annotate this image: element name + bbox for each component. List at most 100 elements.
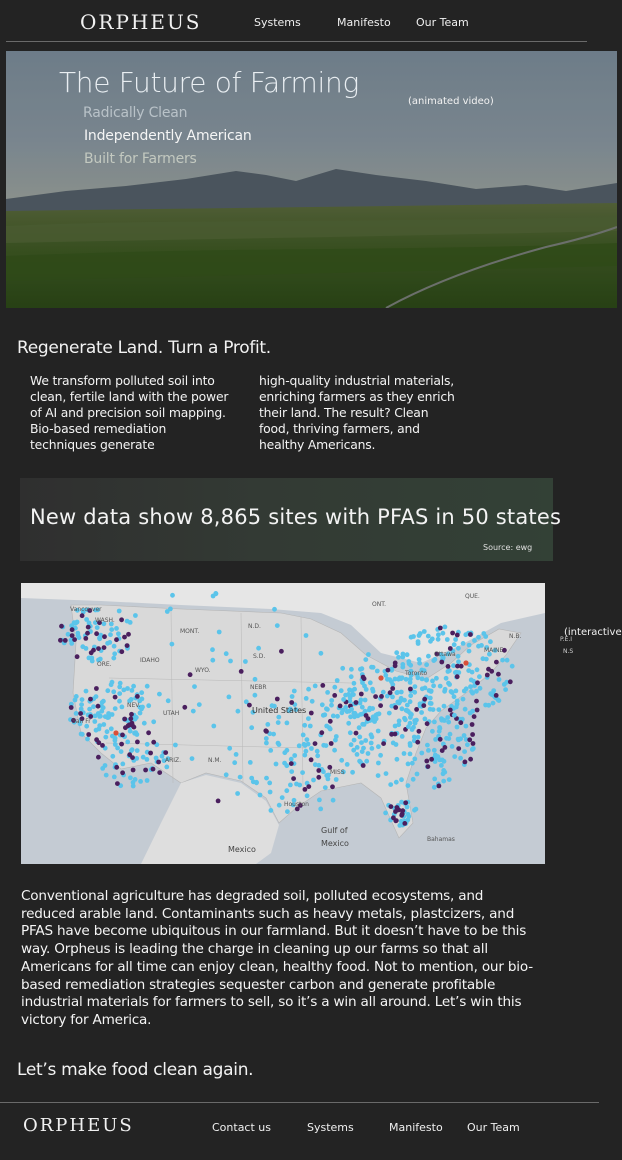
pfas-site-marker[interactable] [210,593,216,599]
pfas-site-marker[interactable] [223,772,229,778]
pfas-site-marker[interactable] [477,685,483,691]
pfas-site-marker[interactable] [210,647,215,653]
pfas-site-marker[interactable] [394,650,400,656]
pfas-site-marker[interactable] [393,818,399,823]
pfas-site-marker[interactable] [458,720,464,726]
pfas-site-marker[interactable] [302,743,308,748]
pfas-site-marker[interactable] [460,696,466,702]
pfas-site-marker[interactable] [375,711,380,717]
pfas-site-marker[interactable] [279,795,285,800]
pfas-site-marker[interactable] [433,737,438,742]
pfas-site-marker[interactable] [436,783,442,789]
pfas-site-marker[interactable] [140,754,146,760]
pfas-site-marker[interactable] [363,687,369,692]
pfas-site-marker[interactable] [135,694,140,699]
pfas-site-marker[interactable] [69,627,75,633]
pfas-site-marker[interactable] [309,746,314,751]
pfas-site-marker[interactable] [289,694,295,699]
pfas-site-marker[interactable] [108,726,114,732]
pfas-site-marker[interactable] [320,683,326,688]
pfas-site-marker[interactable] [94,631,99,637]
pfas-site-marker[interactable] [432,719,437,725]
pfas-site-marker[interactable] [358,691,364,697]
pfas-site-marker[interactable] [463,723,469,729]
pfas-site-marker[interactable] [303,696,309,701]
pfas-site-marker[interactable] [349,706,354,712]
pfas-site-marker[interactable] [408,693,414,699]
pfas-site-marker[interactable] [427,706,433,712]
pfas-site-marker[interactable] [338,688,344,694]
pfas-site-marker[interactable] [462,759,468,765]
pfas-site-marker[interactable] [375,728,381,734]
pfas-site-marker[interactable] [390,694,395,700]
pfas-site-marker[interactable] [276,802,282,808]
pfas-site-marker[interactable] [272,606,277,612]
pfas-site-marker[interactable] [359,666,365,672]
pfas-site-marker[interactable] [364,758,370,764]
pfas-site-marker[interactable] [349,666,354,672]
pfas-site-marker[interactable] [363,738,369,743]
pfas-site-marker[interactable] [470,741,476,746]
pfas-site-marker[interactable] [128,716,134,722]
pfas-site-marker[interactable] [383,810,388,816]
pfas-site-marker[interactable] [386,710,392,716]
pfas-site-marker[interactable] [469,722,475,727]
pfas-site-marker[interactable] [422,716,428,722]
pfas-site-marker[interactable] [132,777,138,782]
pfas-site-marker[interactable] [69,633,75,638]
pfas-site-marker[interactable] [292,753,298,758]
pfas-site-marker[interactable] [156,759,162,765]
pfas-site-marker[interactable] [494,659,499,665]
pfas-site-marker[interactable] [390,686,396,691]
pfas-site-marker[interactable] [476,643,481,649]
pfas-site-marker[interactable] [378,752,383,758]
pfas-site-marker[interactable] [427,695,433,701]
pfas-site-marker[interactable] [117,691,123,696]
pfas-site-marker[interactable] [108,632,113,638]
pfas-site-marker[interactable] [412,756,418,762]
pfas-site-marker[interactable] [451,642,457,648]
pfas-site-marker[interactable] [440,630,446,636]
pfas-site-marker[interactable] [370,686,375,692]
pfas-site-marker[interactable] [469,747,475,752]
pfas-site-marker[interactable] [468,677,474,683]
pfas-site-marker[interactable] [448,689,454,694]
pfas-site-marker[interactable] [399,734,405,739]
pfas-site-marker[interactable] [425,764,431,769]
pfas-site-marker[interactable] [343,705,349,710]
pfas-site-marker[interactable] [151,719,157,725]
pfas-site-marker[interactable] [452,754,458,759]
pfas-site-marker[interactable] [321,742,327,748]
pfas-site-marker[interactable] [456,659,461,665]
pfas-site-marker[interactable] [102,634,107,640]
pfas-site-marker[interactable] [424,677,429,683]
pfas-site-marker[interactable] [139,690,145,696]
pfas-site-marker[interactable] [392,676,398,682]
pfas-site-marker[interactable] [157,691,162,697]
pfas-site-marker[interactable] [332,747,337,753]
pfas-site-marker[interactable] [79,613,85,619]
pfas-site-marker[interactable] [407,720,413,726]
pfas-site-marker[interactable] [328,741,334,746]
pfas-site-marker[interactable] [130,767,136,773]
pfas-site-marker[interactable] [367,680,373,686]
pfas-site-marker[interactable] [359,740,364,745]
pfas-site-marker[interactable] [79,697,85,702]
pfas-site-marker[interactable] [127,728,133,734]
pfas-site-marker[interactable] [308,710,314,716]
pfas-site-marker[interactable] [454,674,460,680]
pfas-site-marker[interactable] [110,753,116,759]
pfas-site-marker[interactable] [462,706,468,712]
pfas-site-marker[interactable] [114,626,119,631]
pfas-site-marker[interactable] [360,763,366,768]
pfas-site-marker[interactable] [425,633,431,639]
pfas-site-marker[interactable] [362,697,368,703]
pfas-site-marker[interactable] [476,634,481,640]
pfas-site-marker[interactable] [122,634,127,640]
footer-logo[interactable]: ORPHEUS [23,1115,134,1136]
pfas-site-marker[interactable] [369,746,375,751]
pfas-site-marker[interactable] [369,734,375,740]
pfas-site-marker[interactable] [414,771,420,777]
pfas-site-marker[interactable] [96,726,102,732]
pfas-site-marker[interactable] [424,662,429,668]
